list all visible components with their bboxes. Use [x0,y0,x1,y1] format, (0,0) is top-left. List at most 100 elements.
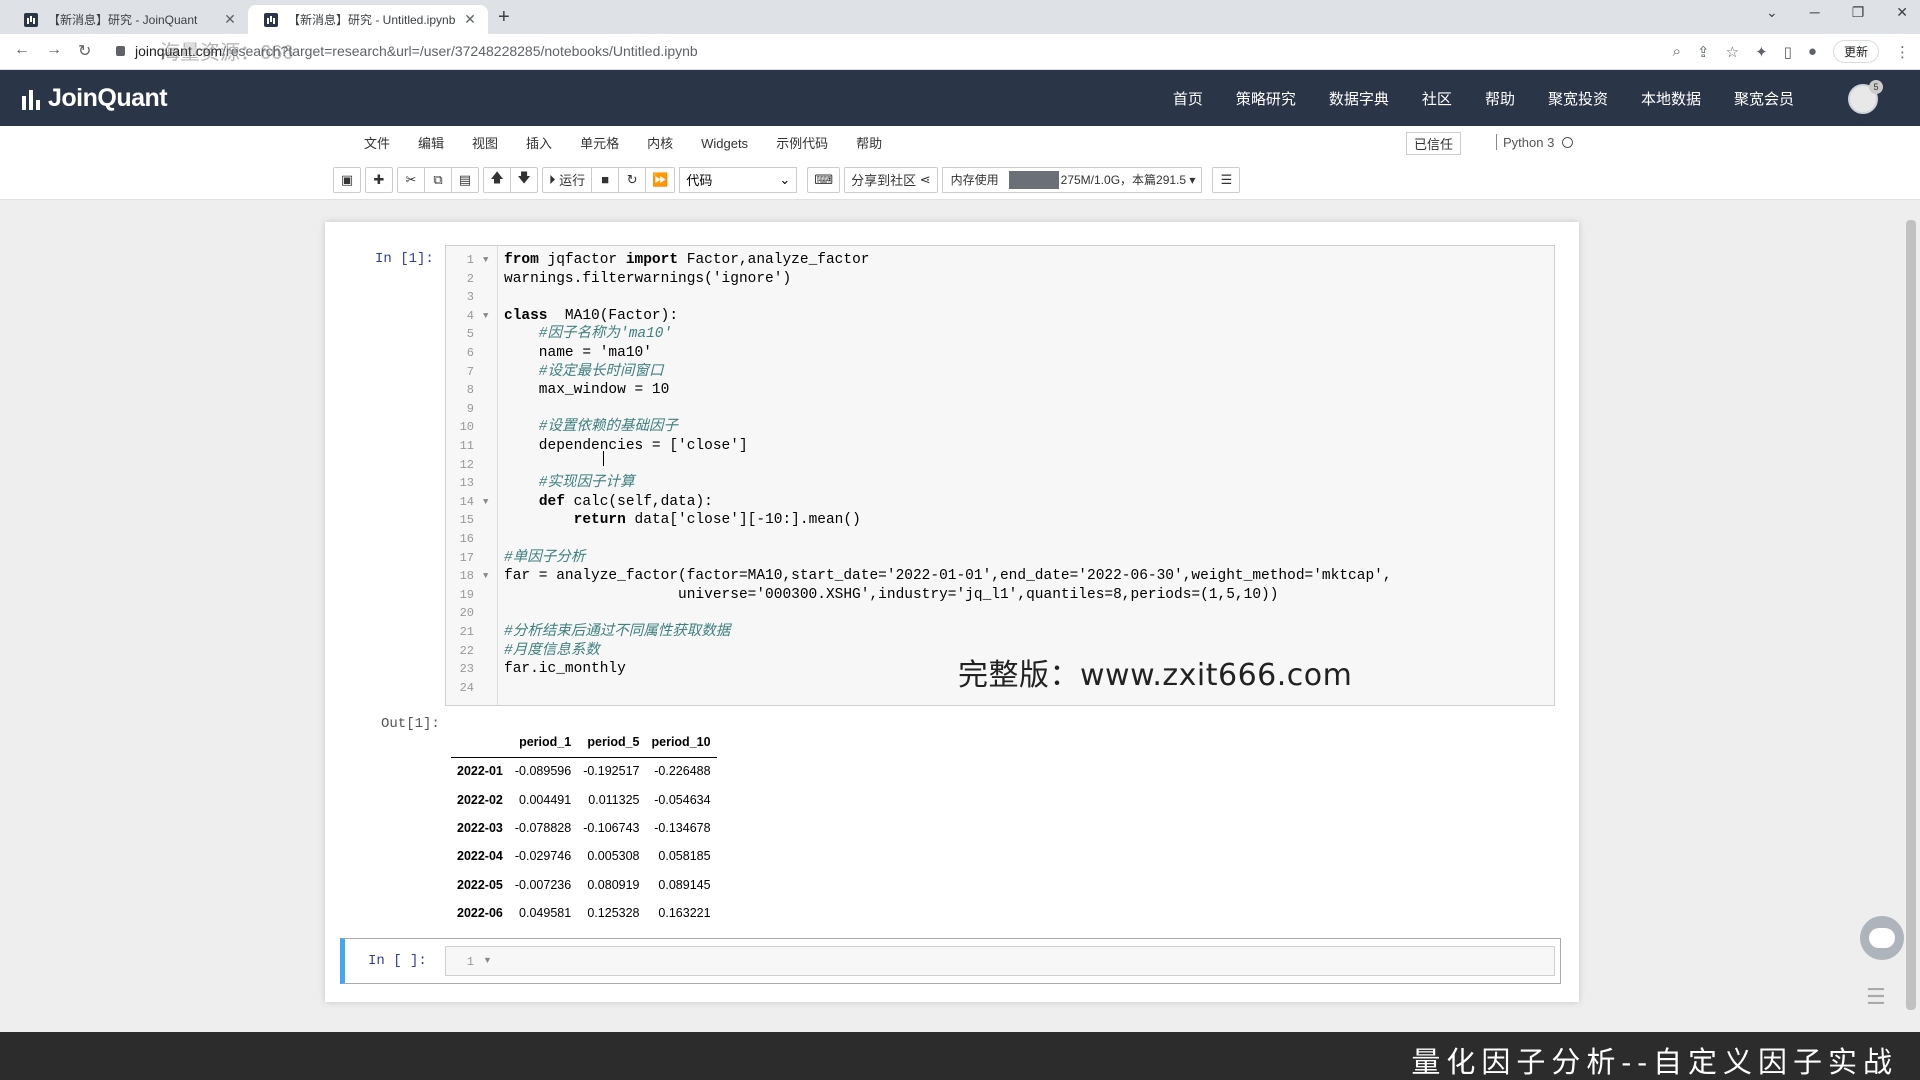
code-text: def calc(self,data): [538,493,713,510]
menu-cell[interactable]: 单元格 [566,134,633,154]
memory-usage[interactable]: 内存使用 275M/1.0G，本篇291.5 ▾ [941,166,1203,193]
code-text: #设定最长时间窗口 [504,363,664,380]
share-community-button[interactable]: 分享到社区 ⋖ [844,166,938,193]
share-icon[interactable]: ⇪ [1697,43,1710,61]
code-text: return data['close'][-10:].mean() [573,512,861,529]
bookmark-star-icon[interactable]: ☆ [1726,43,1739,61]
new-tab-button[interactable]: + [498,6,510,29]
code-cell-editor[interactable]: 1 ▼ from jqfactor import Factor,analyze_fa… [445,245,1555,706]
side-panel-icon[interactable]: ▯ [1784,43,1792,61]
run-button[interactable]: ⏵ 运行 [542,166,593,193]
column-header: period_5 [577,727,646,758]
menu-widgets[interactable]: Widgets [687,134,762,154]
line-number: 8 [466,383,474,398]
nav-item-data-dictionary[interactable]: 数据字典 [1329,88,1389,109]
menu-edit[interactable]: 编辑 [404,134,458,154]
table-cell: -0.007236 [514,877,572,892]
fold-arrow-icon[interactable]: ▼ [483,493,488,512]
move-down-icon[interactable]: 🡇 [510,166,538,193]
kernel-name: Python 3 [1503,134,1555,150]
table-cell: 0.049581 [519,906,572,921]
line-number: 1 [466,253,474,267]
menu-file[interactable]: 文件 [350,134,404,154]
code-line: 8 max_window = 10 [446,381,1554,400]
nav-item-strategy[interactable]: 策略研究 [1236,88,1296,109]
notebook-header: 文件 编辑 视图 插入 单元格 内核 Widgets 示例代码 帮助 已信任 P… [0,126,1920,200]
fold-arrow-icon[interactable]: ▼ [483,567,488,586]
table-row: 2022-03 -0.078828 -0.106743 -0.134678 [451,814,717,842]
update-button[interactable]: 更新 [1832,40,1879,63]
chat-assistant-icon[interactable] [1860,916,1904,960]
nav-item-community[interactable]: 社区 [1422,88,1452,109]
output-dataframe: period_1 period_5 period_10 2022-01 -0.08… [451,727,717,927]
restart-run-all-icon[interactable]: ⏩ [645,166,676,193]
tab-search-icon[interactable]: ⌄ [1766,4,1778,21]
nav-item-help[interactable]: 帮助 [1485,88,1515,109]
menu-insert[interactable]: 插入 [512,134,566,154]
cell-type-select[interactable]: 代码 ⌄ [679,166,798,193]
profile-icon[interactable]: ● [1808,43,1817,60]
close-window-icon[interactable]: ✕ [1896,4,1908,21]
move-group: 🡅 🡇 [483,166,538,193]
line-number: 21 [459,625,474,639]
copy-icon[interactable]: ⧉ [424,166,452,193]
trusted-indicator[interactable]: 已信任 [1406,132,1462,155]
nav-item-local-data[interactable]: 本地数据 [1641,88,1701,109]
line-number: 20 [459,606,474,621]
menu-kernel[interactable]: 内核 [633,134,687,154]
fold-arrow-icon[interactable]: ▼ [483,251,488,270]
tab-close-icon[interactable]: ✕ [222,11,238,28]
column-header [451,727,509,758]
insert-cell-icon[interactable]: ✚ [365,166,393,193]
table-cell: 0.005308 [587,849,640,864]
keyboard-icon[interactable]: ⌨ [807,166,841,193]
extensions-icon[interactable]: ✦ [1755,43,1768,61]
code-line: 17 #单因子分析 [446,549,1554,568]
minimize-icon[interactable]: ─ [1810,4,1820,21]
code-line: 15 return data['close'][-10:].mean() [446,511,1554,530]
nav-item-membership[interactable]: 聚宽会员 [1734,88,1794,109]
line-number: 18 [459,569,474,584]
chevron-down-icon: ⌄ [779,171,791,187]
menu-view[interactable]: 视图 [458,134,512,154]
browser-tab-notebook[interactable]: 【新消息】研究 - Untitled.ipynb ✕ [248,5,488,34]
save-icon[interactable]: ▣ [333,166,361,193]
table-body: 2022-01 -0.089596 -0.192517 -0.226488 2022-0… [451,757,717,927]
line-number: 12 [459,457,474,472]
browser-tab-joinquant[interactable]: 【新消息】研究 - JoinQuant ✕ [8,5,248,34]
list-outline-icon[interactable]: ☰ [1866,984,1886,1010]
code-line: 20 [446,604,1554,623]
back-icon[interactable]: ← [14,41,30,59]
row-index: 2022-05 [457,877,503,892]
table-row: 2022-06 0.049581 0.125328 0.163221 [451,899,717,927]
more-menu-icon[interactable]: ⋮ [1895,43,1910,61]
notebook-toolbar: ▣ ✚ ✂ ⧉ ▤ 🡅 🡇 ⏵ 运行 ■ ↻ ⏩ 代码 ⌄ ⌨ 分享到社区 ⋖ … [333,166,1241,193]
toc-list-icon[interactable]: ☰ [1212,166,1241,193]
move-up-icon[interactable]: 🡅 [483,166,511,193]
fold-arrow-icon[interactable]: ▼ [483,307,488,326]
table-row: 2022-02 0.004491 0.011325 -0.054634 [451,785,717,813]
paste-icon[interactable]: ▤ [451,166,479,193]
tab-close-icon[interactable]: ✕ [462,11,478,28]
cut-icon[interactable]: ✂ [397,166,425,193]
code-line: 11 dependencies = ['close'] [446,437,1554,456]
site-logo[interactable]: JoinQuant [22,84,168,113]
maximize-icon[interactable]: ❐ [1852,4,1865,21]
line-number: 19 [459,587,474,602]
caret-down-icon: ▾ [1186,172,1196,187]
nav-item-home[interactable]: 首页 [1173,88,1203,109]
forward-icon[interactable]: → [46,41,62,59]
restart-icon[interactable]: ↻ [618,166,647,193]
scrollbar[interactable] [1906,220,1916,1010]
menu-examples[interactable]: 示例代码 [762,134,842,154]
menu-help[interactable]: 帮助 [842,134,896,154]
table-row: 2022-05 -0.007236 0.080919 0.089145 [451,871,717,899]
reload-icon[interactable]: ↻ [78,41,91,61]
code-line: 9 [446,400,1554,419]
nav-item-invest[interactable]: 聚宽投资 [1548,88,1608,109]
empty-cell-editor[interactable]: 1 ▼ [445,946,1555,976]
stop-icon[interactable]: ■ [591,166,620,193]
table-cell: -0.226488 [654,764,711,779]
line-number: 22 [459,643,474,658]
zoom-icon[interactable]: ⌕ [1673,43,1681,60]
